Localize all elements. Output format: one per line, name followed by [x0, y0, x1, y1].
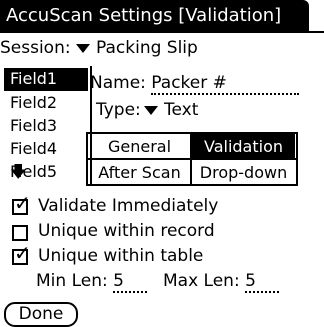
option-label: Unique within table [38, 246, 204, 266]
app-title: AccuScan Settings [Validation] [6, 5, 282, 26]
checkmark-icon: ✓ [14, 241, 31, 265]
session-label: Session: [0, 38, 71, 58]
max-len-input[interactable]: 5 [245, 273, 280, 293]
type-row: Type: [96, 102, 141, 119]
done-button[interactable]: Done [4, 302, 78, 327]
checkbox[interactable] [12, 225, 28, 241]
min-len-label: Min Len: [36, 271, 108, 291]
min-len-row: Min Len: 5 [36, 271, 148, 293]
session-picker[interactable]: Packing Slip [76, 40, 198, 57]
tab-drop-down[interactable]: Drop-down [192, 160, 295, 184]
field-list-item[interactable]: Field1 [4, 68, 88, 91]
type-label: Type: [96, 100, 141, 120]
dropdown-arrow-icon [76, 43, 90, 53]
option-label: Validate Immediately [38, 196, 219, 216]
type-value: Text [164, 100, 199, 120]
field-list-item[interactable]: Field4 [4, 138, 88, 161]
session-row: Session: [0, 40, 71, 57]
checkmark-icon: ✓ [14, 191, 31, 215]
field-list-item[interactable]: Field3 [4, 115, 88, 138]
scroll-down-arrow-icon[interactable]: 🡇 [10, 164, 26, 180]
tab-divider [88, 158, 296, 160]
title-underline [0, 31, 324, 33]
max-len-label: Max Len: [163, 271, 240, 291]
field-list-item[interactable]: Field2 [4, 92, 88, 115]
dropdown-arrow-icon [144, 105, 158, 115]
field-list-item[interactable]: Field5 🡇 [4, 161, 88, 184]
name-row: Name: Packer # [90, 73, 300, 95]
name-label: Name: [90, 73, 146, 93]
field-list[interactable]: Field1 Field2 Field3 Field4 Field5 🡇 [4, 66, 92, 186]
name-input[interactable]: Packer # [151, 75, 300, 95]
tab-after-scan[interactable]: After Scan [88, 160, 191, 184]
min-len-input[interactable]: 5 [113, 273, 148, 293]
tab-validation[interactable]: Validation [192, 134, 295, 158]
type-picker[interactable]: Text [144, 102, 198, 119]
settings-tabs: General Validation After Scan Drop-down [86, 132, 298, 186]
option-label: Unique within record [38, 221, 215, 241]
tab-general[interactable]: General [88, 134, 191, 158]
max-len-row: Max Len: 5 [163, 271, 280, 293]
title-bar[interactable]: AccuScan Settings [Validation] [0, 0, 309, 31]
session-value: Packing Slip [96, 38, 198, 58]
